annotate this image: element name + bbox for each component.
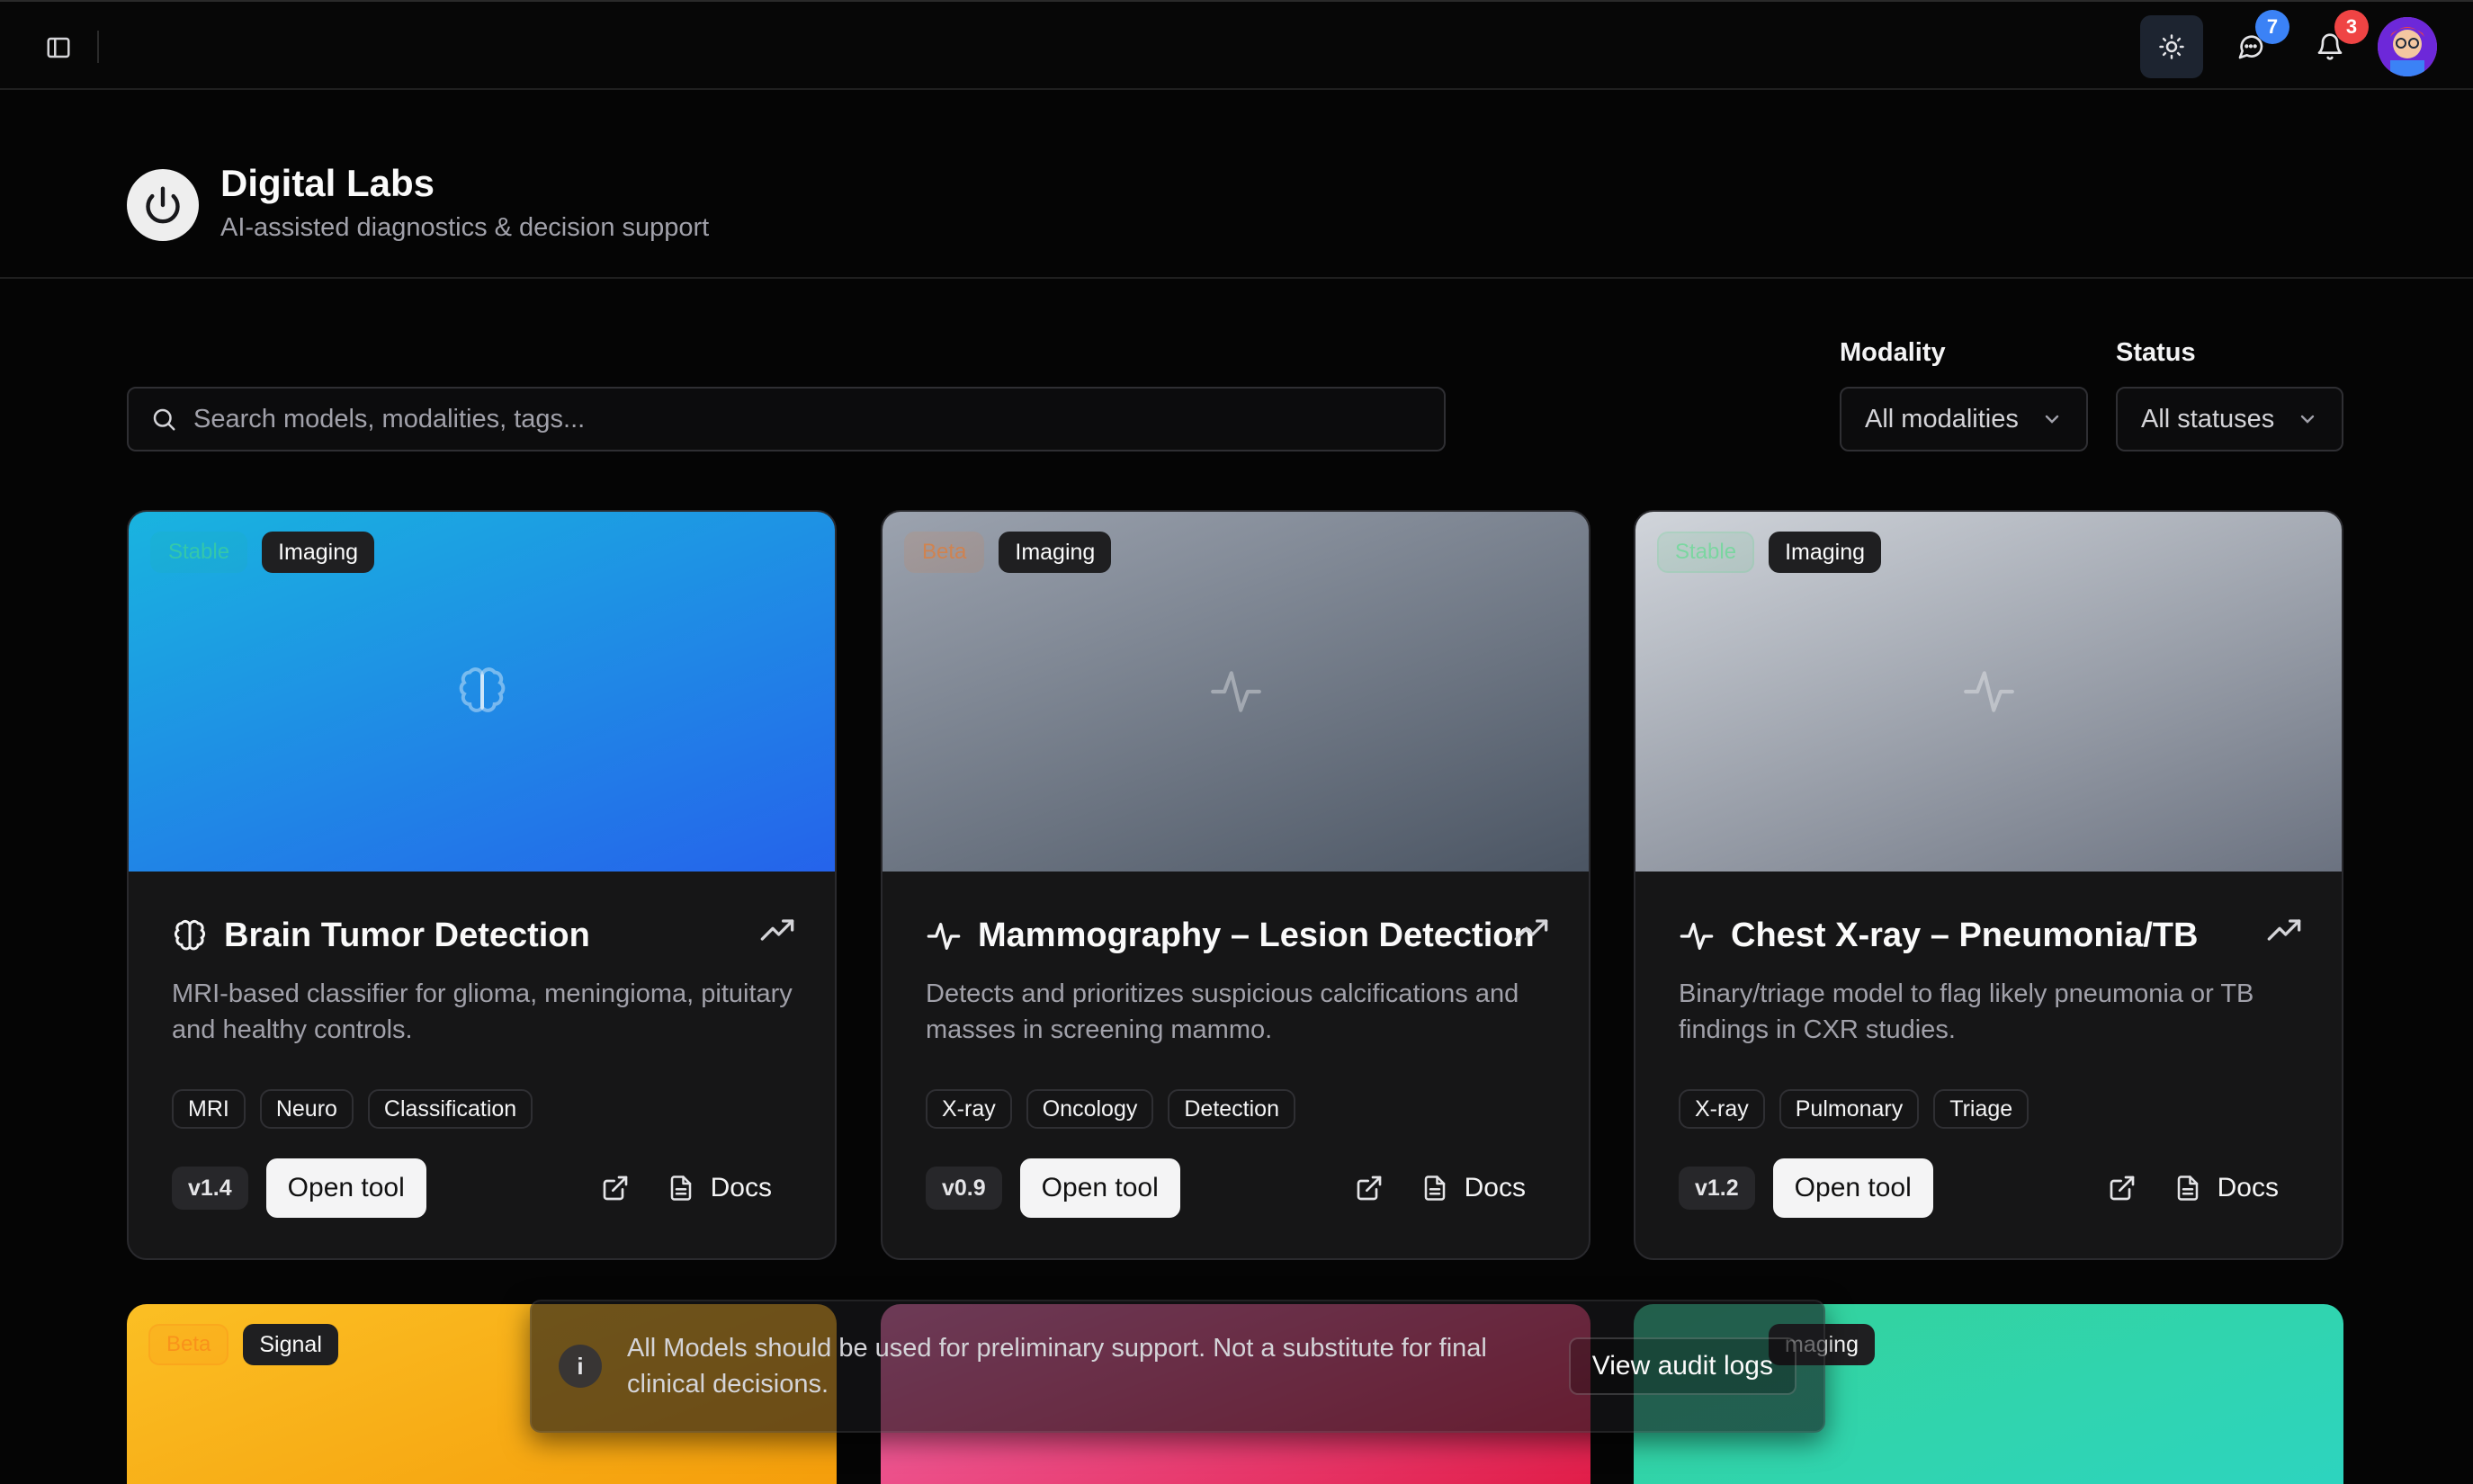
- sidebar-toggle-icon[interactable]: [40, 29, 77, 67]
- card-banner: Stable Imaging: [129, 512, 835, 872]
- category-chip: Signal: [243, 1324, 338, 1365]
- tag-list: MRI Neuro Classification: [172, 1089, 533, 1129]
- tag: Triage: [1933, 1089, 2029, 1129]
- version-badge: v1.2: [1679, 1167, 1755, 1210]
- tag: X-ray: [926, 1089, 1012, 1129]
- status-chip: Stable: [1657, 532, 1755, 573]
- power-logo-icon: [127, 169, 199, 241]
- search-icon: [153, 408, 175, 431]
- tag: Oncology: [1026, 1089, 1154, 1129]
- sun-icon: [2159, 34, 2184, 59]
- version-badge: v1.4: [172, 1167, 248, 1210]
- search-box: [127, 387, 1446, 451]
- activity-icon: [1963, 671, 2014, 712]
- modality-select[interactable]: All modalities: [1840, 387, 2088, 451]
- category-chip: Imaging: [262, 532, 375, 573]
- status-chip: Beta: [904, 532, 985, 573]
- search-input[interactable]: [193, 404, 1444, 434]
- external-link-icon[interactable]: [2097, 1163, 2147, 1213]
- page-subtitle: AI-assisted diagnostics & decision suppo…: [220, 213, 710, 242]
- modality-label: Modality: [1840, 338, 1946, 367]
- view-audit-logs-button[interactable]: View audit logs: [1568, 1337, 1797, 1395]
- top-bar: 7 3: [0, 0, 2473, 90]
- tag: Pulmonary: [1779, 1089, 1920, 1129]
- topbar-divider: [97, 31, 99, 63]
- tag: Detection: [1168, 1089, 1295, 1129]
- docs-button[interactable]: Docs: [1421, 1173, 1546, 1203]
- card-description: Binary/triage model to flag likely pneum…: [1679, 979, 2254, 1044]
- messages-button[interactable]: 7: [2219, 10, 2289, 78]
- open-tool-button[interactable]: Open tool: [265, 1158, 426, 1218]
- docs-label: Docs: [1464, 1173, 1526, 1202]
- card-title: Mammography – Lesion Detection: [978, 916, 1535, 954]
- category-chip: Imaging: [1769, 532, 1882, 573]
- docs-button[interactable]: Docs: [668, 1173, 792, 1203]
- card-banner: Stable Imaging: [1635, 512, 2342, 872]
- category-chip: Imaging: [999, 532, 1112, 573]
- tag: Neuro: [259, 1089, 354, 1129]
- card-banner: Beta Imaging: [883, 512, 1589, 872]
- page-header: Digital Labs AI-assisted diagnostics & d…: [0, 90, 2473, 279]
- tag-list: X-ray Oncology Detection: [926, 1089, 1295, 1129]
- notifications-button[interactable]: 3: [2298, 10, 2369, 78]
- docs-label: Docs: [2217, 1173, 2279, 1202]
- status-label: Status: [2116, 338, 2196, 367]
- card-description: Detects and prioritizes suspicious calci…: [926, 979, 1519, 1044]
- status-chip: Stable: [150, 532, 248, 573]
- status-chip: Beta: [148, 1324, 229, 1365]
- page-title: Digital Labs: [220, 162, 435, 204]
- notifications-badge: 3: [2334, 10, 2369, 44]
- brain-icon: [459, 667, 505, 712]
- tag: X-ray: [1679, 1089, 1765, 1129]
- tag: Classification: [367, 1089, 533, 1129]
- trending-up-icon[interactable]: [2266, 916, 2302, 943]
- tag: MRI: [172, 1089, 246, 1129]
- avatar[interactable]: [2378, 17, 2437, 76]
- external-link-icon[interactable]: [1344, 1163, 1394, 1213]
- card-description: MRI-based classifier for glioma, meningi…: [172, 979, 793, 1044]
- toast-message: All Models should be used for preliminar…: [627, 1334, 1487, 1399]
- document-icon: [670, 1176, 691, 1201]
- document-icon: [2177, 1176, 2198, 1201]
- open-tool-button[interactable]: Open tool: [1019, 1158, 1180, 1218]
- activity-icon: [927, 922, 961, 950]
- card-title: Chest X-ray – Pneumonia/TB: [1731, 916, 2199, 954]
- open-tool-button[interactable]: Open tool: [1772, 1158, 1933, 1218]
- trending-up-icon[interactable]: [1513, 916, 1549, 943]
- messages-badge: 7: [2255, 10, 2289, 44]
- activity-icon: [1210, 671, 1261, 712]
- model-card-mammography: Beta Imaging Mammography – Lesion Detect…: [881, 510, 1590, 1260]
- version-badge: v0.9: [926, 1167, 1002, 1210]
- disclaimer-toast: i All Models should be used for prelimin…: [530, 1300, 1825, 1433]
- status-select-value: All statuses: [2141, 404, 2275, 434]
- model-card-chest-xray: Stable Imaging Chest X-ray – Pneumonia/T…: [1634, 510, 2343, 1260]
- top-actions: 7 3: [2140, 10, 2437, 79]
- card-title: Brain Tumor Detection: [224, 916, 590, 954]
- chevron-down-icon: [2300, 415, 2315, 424]
- info-icon: i: [559, 1345, 602, 1388]
- tag-list: X-ray Pulmonary Triage: [1679, 1089, 2029, 1129]
- docs-button[interactable]: Docs: [2174, 1173, 2298, 1203]
- theme-toggle-button[interactable]: [2140, 15, 2203, 78]
- document-icon: [1424, 1176, 1445, 1201]
- activity-icon: [1680, 922, 1714, 950]
- model-card-brain-tumor: Stable Imaging Brain Tumor Detection MRI…: [127, 510, 837, 1260]
- external-link-icon[interactable]: [590, 1163, 641, 1213]
- docs-label: Docs: [710, 1173, 772, 1202]
- trending-up-icon[interactable]: [759, 916, 795, 943]
- brain-icon: [174, 919, 206, 950]
- modality-select-value: All modalities: [1865, 404, 2019, 434]
- chevron-down-icon: [2045, 415, 2059, 424]
- status-select[interactable]: All statuses: [2116, 387, 2343, 451]
